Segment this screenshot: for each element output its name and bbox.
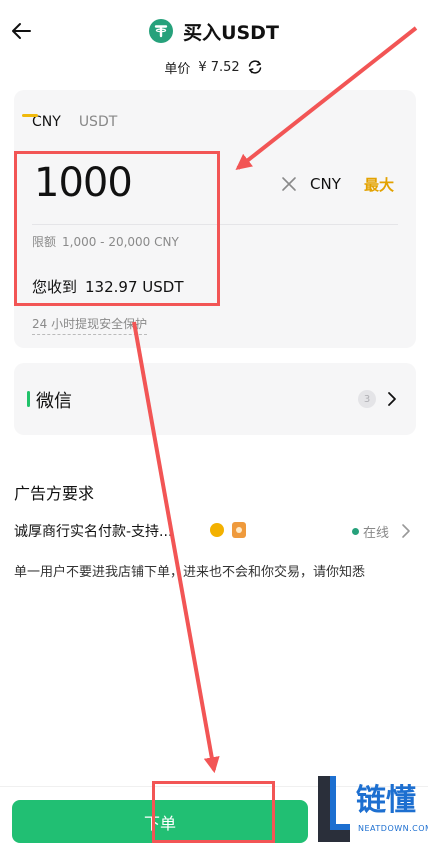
- payment-method-name: 微信: [36, 391, 72, 412]
- shield-badge-icon: [232, 522, 246, 538]
- payment-count-badge: 3: [358, 390, 376, 408]
- active-tab-indicator: [22, 114, 38, 117]
- highlight-order-button: [152, 781, 275, 843]
- payment-method-row[interactable]: 微信 3: [14, 363, 416, 435]
- currency-tabs: CNY USDT: [32, 114, 135, 130]
- clear-icon[interactable]: [280, 175, 298, 193]
- watermark-logo: 链懂 NEATDOWN.COM: [316, 772, 428, 843]
- logo-mark-icon: [318, 776, 350, 842]
- tether-icon: [149, 19, 174, 43]
- online-status: 在线: [363, 526, 390, 541]
- chevron-right-icon: [388, 392, 396, 406]
- verified-badge-icon: [210, 523, 224, 537]
- price-value: ¥ 7.52: [198, 59, 240, 75]
- advertiser-row[interactable]: 诚厚商行实名付款-支持... 在线: [14, 520, 416, 544]
- watermark-name: 链懂: [356, 783, 416, 818]
- tab-usdt[interactable]: USDT: [79, 114, 117, 130]
- title-group: 买入USDT: [0, 14, 428, 48]
- section-title: 广告方要求: [14, 484, 95, 503]
- chevron-right-icon: [402, 524, 410, 538]
- refresh-icon[interactable]: [246, 58, 264, 76]
- online-dot: [352, 528, 359, 535]
- max-button[interactable]: 最大: [364, 174, 394, 195]
- merchant-name: 诚厚商行实名付款-支持...: [14, 524, 173, 540]
- protection-link[interactable]: 24 小时提现安全保护: [32, 315, 148, 335]
- price-label: 单价: [164, 61, 191, 77]
- highlight-amount-box: [14, 151, 220, 306]
- amount-currency: CNY: [310, 175, 341, 193]
- header: 买入USDT 单价 ¥ 7.52: [0, 0, 428, 88]
- page-title: 买入USDT: [183, 21, 279, 44]
- watermark-domain: NEATDOWN.COM: [358, 824, 428, 833]
- unit-price: 单价 ¥ 7.52: [0, 56, 428, 78]
- payment-indicator: [27, 391, 30, 407]
- advertiser-terms: 单一用户不要进我店铺下单，进来也不会和你交易，请你知悉: [14, 565, 366, 580]
